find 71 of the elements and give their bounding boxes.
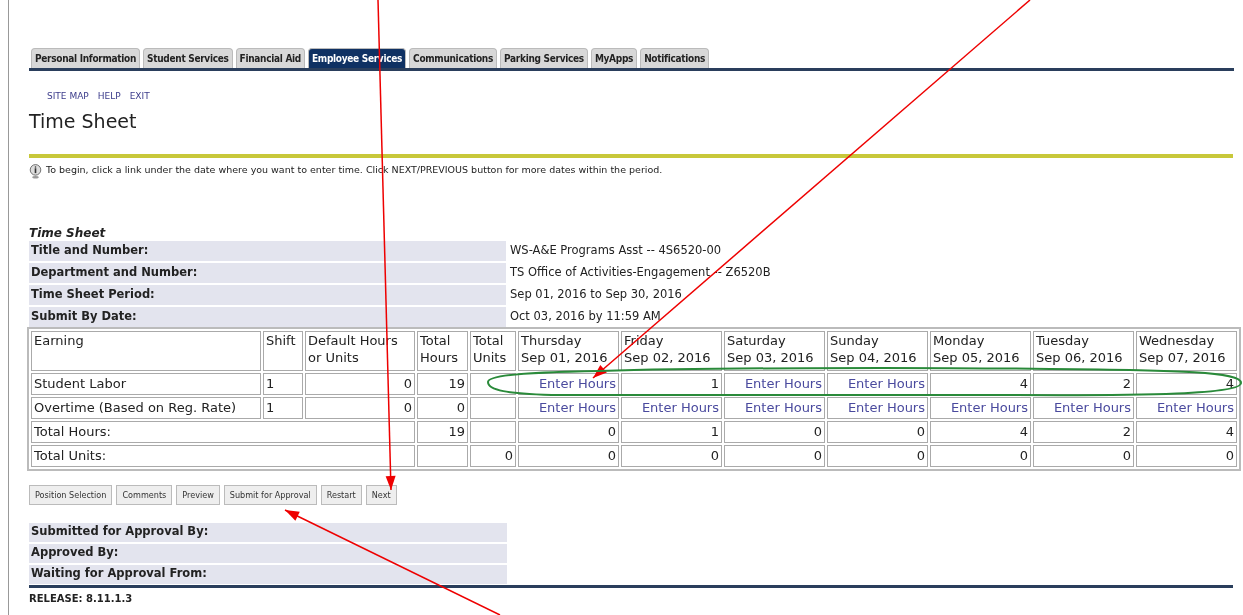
approval-label: Submitted for Approval By: [29,523,507,542]
day-header: Monday Sep 05, 2016 [930,331,1031,371]
table-cell: Total Hours: [31,421,415,443]
table-cell: 0 [827,421,928,443]
column-header: Shift [263,331,303,371]
detail-label: Department and Number: [29,263,506,283]
day-header: Saturday Sep 03, 2016 [724,331,825,371]
table-cell: 19 [417,373,468,395]
table-cell: 1 [263,397,303,419]
detail-value: Sep 01, 2016 to Sep 30, 2016 [509,286,683,303]
detail-value: Oct 03, 2016 by 11:59 AM [509,308,662,325]
page-title: Time Sheet [29,110,138,134]
table-cell: Overtime (Based on Reg. Rate) [31,397,261,419]
column-header: Total Units [470,331,516,371]
nav-tab[interactable]: Parking Services [500,48,588,68]
table-cell: Total Units: [31,445,415,467]
form-button[interactable]: Next [365,485,397,505]
table-cell: 4 [930,373,1031,395]
table-cell: 0 [724,445,825,467]
header-link[interactable]: HELP [97,91,121,101]
form-button[interactable]: Preview [176,485,220,505]
table-cell: 4 [930,421,1031,443]
nav-tab[interactable]: Communications [409,48,498,68]
table-cell: 2 [1033,421,1134,443]
table-cell: 0 [518,421,619,443]
nav-tab[interactable]: Notifications [640,48,710,68]
table-cell: 19 [417,421,468,443]
table-cell: 0 [470,445,516,467]
day-header: Wednesday Sep 07, 2016 [1136,331,1237,371]
table-cell: 0 [305,397,415,419]
detail-label: Time Sheet Period: [29,285,506,305]
day-header: Tuesday Sep 06, 2016 [1033,331,1134,371]
form-button[interactable]: Position Selection [29,485,113,505]
header-link[interactable]: SITE MAP [47,91,89,101]
table-cell: 0 [827,445,928,467]
table-cell: 1 [621,421,722,443]
nav-tab[interactable]: Student Services [143,48,233,68]
table-cell: 1 [263,373,303,395]
approval-label: Approved By: [29,544,507,563]
table-cell: 4 [1136,373,1237,395]
header-link[interactable]: EXIT [129,91,150,101]
column-header: Earning [31,331,261,371]
nav-tab[interactable]: Personal Information [31,48,141,68]
section-title: Time Sheet [29,226,107,240]
table-cell: 0 [518,445,619,467]
table-cell: 2 [1033,373,1134,395]
release-text: RELEASE: 8.11.1.3 [29,593,134,604]
nav-tab[interactable]: Financial Aid [235,48,305,68]
table-cell: 0 [930,445,1031,467]
table-cell: 0 [1033,445,1134,467]
form-button[interactable]: Comments [116,485,173,505]
info-icon [29,164,42,179]
table-cell: 0 [621,445,722,467]
table-cell: Student Labor [31,373,261,395]
table-cell: 4 [1136,421,1237,443]
form-button[interactable]: Restart [320,485,362,505]
table-cell: 1 [621,373,722,395]
nav-tab[interactable]: MyApps [590,48,638,68]
column-header: Total Hours [417,331,468,371]
detail-value: WS-A&E Programs Asst -- 4S6520-00 [509,242,723,259]
detail-value: TS Office of Activities-Engagement -- Z6520B [509,264,772,281]
detail-label: Title and Number: [29,241,506,261]
table-cell: 0 [724,421,825,443]
table-cell: 0 [305,373,415,395]
approval-label: Waiting for Approval From: [29,565,507,584]
day-header: Sunday Sep 04, 2016 [827,331,928,371]
table-cell: 0 [1136,445,1237,467]
detail-label: Submit By Date: [29,307,506,327]
day-header: Thursday Sep 01, 2016 [518,331,619,371]
form-button[interactable]: Submit for Approval [223,485,317,505]
table-cell: 0 [417,397,468,419]
